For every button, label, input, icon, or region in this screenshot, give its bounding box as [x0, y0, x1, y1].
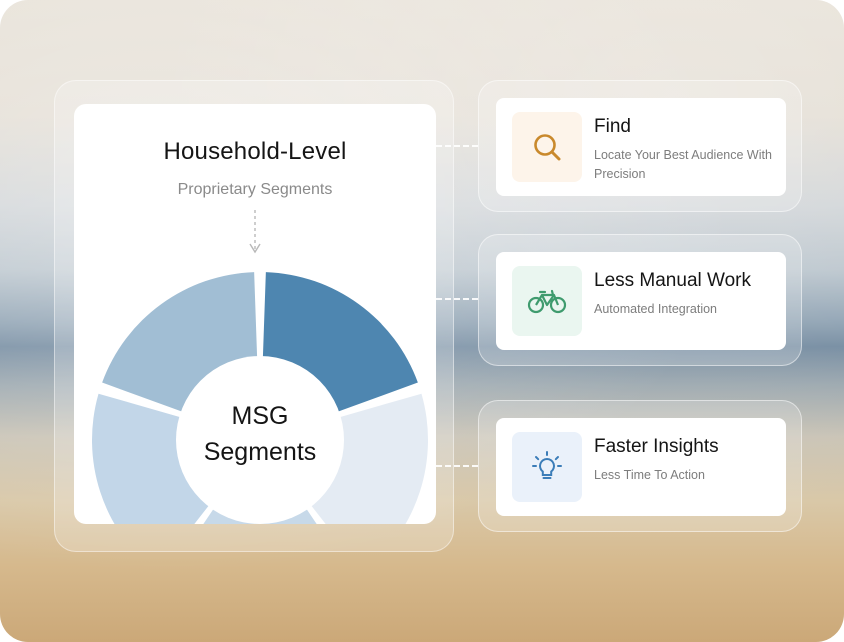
card-icon-box — [512, 112, 582, 182]
card-icon-box — [512, 432, 582, 502]
card-faster-insights[interactable]: Faster Insights Less Time To Action — [496, 418, 786, 516]
card-title: Less Manual Work — [594, 270, 751, 291]
donut-center-line1: MSG — [232, 402, 289, 430]
donut-center-line2: Segments — [204, 438, 317, 466]
card-description: Locate Your Best Audience With Precision — [594, 148, 772, 181]
bicycle-icon — [527, 289, 567, 314]
card-description: Automated Integration — [594, 302, 717, 316]
lightbulb-icon — [532, 451, 562, 479]
connector-less-manual-work — [436, 298, 478, 300]
card-title: Faster Insights — [594, 436, 719, 457]
card-less-manual-work[interactable]: Less Manual Work Automated Integration — [496, 252, 786, 350]
stage: Household-Level Proprietary Segments MSG… — [0, 0, 844, 642]
card-title: Find — [594, 116, 631, 137]
segments-panel: Household-Level Proprietary Segments MSG… — [74, 104, 436, 524]
card-description: Less Time To Action — [594, 468, 705, 482]
card-find[interactable]: Find Locate Your Best Audience With Prec… — [496, 98, 786, 196]
card-icon-box — [512, 266, 582, 336]
connector-faster-insights — [436, 465, 478, 467]
segment-donut: MSG Segments — [92, 272, 428, 524]
connector-find — [436, 145, 478, 147]
search-icon — [534, 134, 561, 161]
